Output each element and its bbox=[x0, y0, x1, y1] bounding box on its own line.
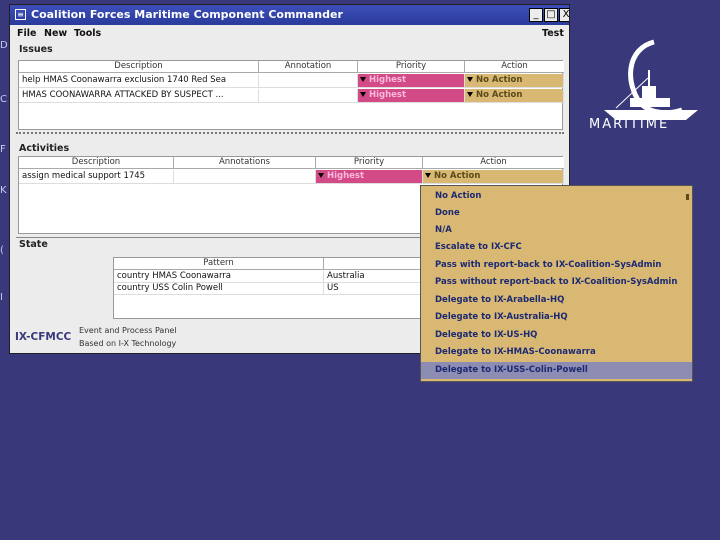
column-header[interactable]: Description bbox=[19, 61, 259, 73]
column-header[interactable]: Action bbox=[465, 61, 564, 73]
issue-description[interactable]: help HMAS Coonawarra exclusion 1740 Red … bbox=[19, 74, 259, 88]
desktop-glyph: D bbox=[0, 40, 8, 51]
split-pane-divider[interactable] bbox=[16, 132, 564, 134]
menu-item[interactable]: No Action bbox=[421, 188, 692, 205]
column-header[interactable]: Priority bbox=[316, 157, 423, 169]
menu-test[interactable]: Test bbox=[542, 28, 564, 39]
title-bar[interactable]: ≡ Coalition Forces Maritime Component Co… bbox=[10, 5, 569, 25]
column-header[interactable]: Description bbox=[19, 157, 174, 169]
priority-value: Highest bbox=[369, 90, 407, 100]
priority-value: Highest bbox=[327, 171, 365, 181]
menu-item[interactable]: Escalate to IX-CFC bbox=[421, 239, 692, 256]
action-value: No Action bbox=[476, 90, 523, 100]
menu-item[interactable]: N/A bbox=[421, 222, 692, 239]
desktop-glyph: I bbox=[0, 292, 3, 303]
issue-description[interactable]: HMAS COONAWARRA ATTACKED BY SUSPECT ... bbox=[19, 89, 259, 103]
triangle-down-icon bbox=[318, 173, 324, 178]
footer-line: Event and Process Panel bbox=[79, 326, 177, 335]
column-header[interactable]: Pattern bbox=[114, 258, 324, 270]
desktop-glyph: C bbox=[0, 94, 7, 105]
menu-item[interactable]: Delegate to IX-Australia-HQ bbox=[421, 309, 692, 326]
menu-bar: File New Tools Test bbox=[10, 25, 569, 42]
column-header[interactable]: Priority bbox=[358, 61, 465, 73]
triangle-down-icon bbox=[360, 92, 366, 97]
issues-label: Issues bbox=[19, 44, 53, 55]
triangle-down-icon bbox=[425, 173, 431, 178]
action-dropdown[interactable]: No Action bbox=[465, 74, 564, 88]
desktop-glyph: F bbox=[0, 144, 6, 155]
menu-file[interactable]: File bbox=[17, 28, 36, 39]
action-value: No Action bbox=[476, 75, 523, 85]
menu-item[interactable]: Delegate to IX-US-HQ bbox=[421, 327, 692, 344]
state-pattern[interactable]: country USS Colin Powell bbox=[114, 283, 324, 295]
issue-annotation[interactable] bbox=[259, 74, 358, 88]
logo-text: MARITIME bbox=[589, 117, 670, 132]
window-title: Coalition Forces Maritime Component Comm… bbox=[31, 8, 343, 21]
menu-tools[interactable]: Tools bbox=[74, 28, 101, 39]
issue-annotation[interactable] bbox=[259, 89, 358, 103]
desktop-glyph: ( bbox=[0, 245, 4, 256]
column-header[interactable]: Action bbox=[423, 157, 564, 169]
triangle-down-icon bbox=[467, 77, 473, 82]
triangle-down-icon bbox=[467, 92, 473, 97]
menu-item-selected[interactable]: Delegate to IX-USS-Colin-Powell bbox=[421, 362, 692, 379]
menu-item[interactable]: Pass without report-back to IX-Coalition… bbox=[421, 274, 692, 291]
menu-item[interactable]: Delegate to IX-HMAS-Coonawarra bbox=[421, 344, 692, 361]
menu-item[interactable]: Delegate to IX-Arabella-HQ bbox=[421, 292, 692, 309]
close-button[interactable]: X bbox=[559, 8, 569, 22]
priority-dropdown[interactable]: Highest bbox=[316, 170, 423, 184]
triangle-down-icon bbox=[360, 77, 366, 82]
activity-annotation[interactable] bbox=[174, 170, 316, 184]
menu-item[interactable]: Done bbox=[421, 205, 692, 222]
menu-new[interactable]: New bbox=[44, 28, 67, 39]
action-dropdown[interactable]: No Action bbox=[423, 170, 564, 184]
action-menu: No Action Done N/A Escalate to IX-CFC Pa… bbox=[420, 185, 693, 382]
activity-description[interactable]: assign medical support 1745 bbox=[19, 170, 174, 184]
window-icon[interactable]: ≡ bbox=[15, 9, 26, 20]
action-dropdown[interactable]: No Action bbox=[465, 89, 564, 103]
state-pattern[interactable]: country HMAS Coonawarra bbox=[114, 271, 324, 283]
column-header[interactable]: Annotations bbox=[174, 157, 316, 169]
minimize-button[interactable]: _ bbox=[529, 8, 543, 22]
column-header[interactable]: Annotation bbox=[259, 61, 358, 73]
issues-table: Description Annotation Priority Action h… bbox=[18, 60, 564, 130]
brand-label: IX-CFMCC bbox=[15, 331, 72, 343]
state-label: State bbox=[19, 239, 48, 250]
priority-value: Highest bbox=[369, 75, 407, 85]
maximize-button[interactable]: □ bbox=[544, 8, 558, 22]
activities-label: Activities bbox=[19, 143, 70, 154]
footer-line: Based on I-X Technology bbox=[79, 339, 177, 348]
desktop-glyph: K bbox=[0, 185, 7, 196]
action-value: No Action bbox=[434, 171, 481, 181]
priority-dropdown[interactable]: Highest bbox=[358, 74, 465, 88]
priority-dropdown[interactable]: Highest bbox=[358, 89, 465, 103]
menu-item[interactable]: Pass with report-back to IX-Coalition-Sy… bbox=[421, 257, 692, 274]
